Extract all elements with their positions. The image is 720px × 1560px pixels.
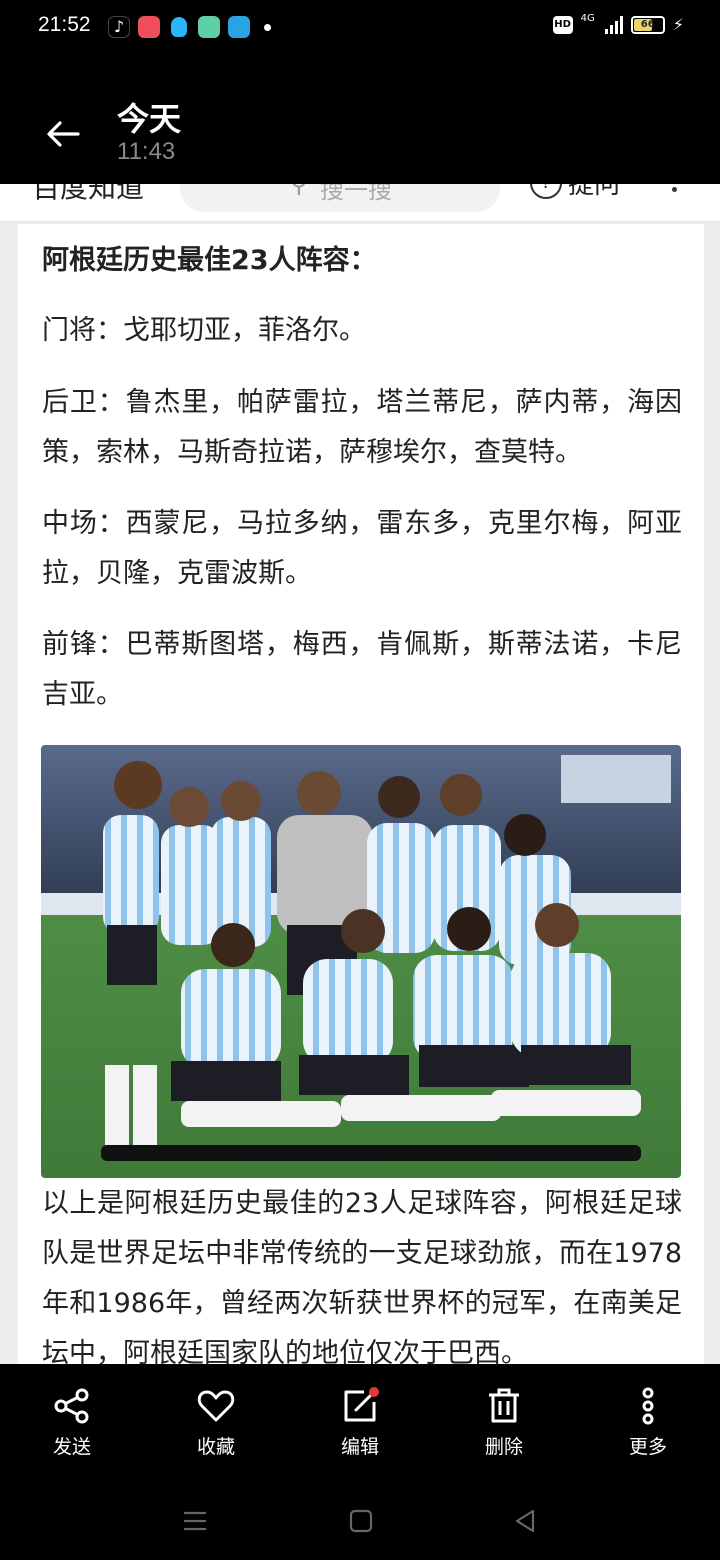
- more-notifications-dot: [264, 23, 271, 31]
- recents-button[interactable]: [182, 1508, 208, 1538]
- share-label: 发送: [52, 1436, 91, 1458]
- page-timestamp: 11:43: [117, 138, 176, 165]
- tiktok-icon: [108, 16, 130, 38]
- more-vertical-icon: [642, 1387, 654, 1425]
- team-photo-illustration: [41, 745, 681, 1178]
- site-logo: 百度知道: [32, 184, 145, 204]
- status-time: 21:52: [38, 13, 91, 36]
- share-button[interactable]: 发送: [0, 1364, 144, 1480]
- favorite-label: 收藏: [196, 1436, 235, 1458]
- favorite-button[interactable]: 收藏: [144, 1364, 288, 1480]
- battery-icon: 66: [630, 15, 665, 34]
- forwards-paragraph: 前锋：巴蒂斯图塔，梅西，肯佩斯，斯蒂法诺，卡尼吉亚。: [42, 629, 682, 710]
- battery-level: 66: [640, 18, 655, 30]
- back-triangle-icon: [515, 1509, 535, 1533]
- bottom-action-bar: 发送 收藏 编辑 删除 更多: [0, 1364, 720, 1480]
- midfielders-paragraph: 中场：西蒙尼，马拉多纳，雷东多，克里尔梅，阿亚拉，贝隆，克雷波斯。: [42, 508, 682, 589]
- defenders-paragraph: 后卫：鲁杰里，帕萨雷拉，塔兰蒂尼，萨内蒂，海因策，索林，马斯奇拉诺，萨穆埃尔，查…: [42, 387, 682, 468]
- heart-icon: [197, 1390, 235, 1422]
- charging-icon: ⚡: [672, 15, 684, 34]
- embedded-search-placeholder: 搜一搜: [320, 184, 392, 204]
- status-indicators: HD 4G 66 ⚡: [552, 13, 684, 34]
- embedded-site-header: 百度知道 ⚲ 搜一搜 ? 提问: [0, 184, 720, 222]
- back-button[interactable]: [44, 114, 84, 154]
- team-photo: [41, 745, 681, 1178]
- delete-label: 删除: [484, 1436, 523, 1458]
- app-red-icon: [138, 16, 160, 38]
- edit-icon: [344, 1387, 379, 1422]
- note-header: 今天 11:43: [0, 56, 720, 184]
- system-nav-bar: [0, 1480, 720, 1560]
- delete-button[interactable]: 删除: [432, 1364, 576, 1480]
- home-square-icon: [349, 1509, 373, 1533]
- embedded-more-icon: [668, 184, 680, 202]
- embedded-search-box: ⚲ 搜一搜: [180, 184, 500, 212]
- edit-button[interactable]: 编辑: [288, 1364, 432, 1480]
- screenshot-content[interactable]: 百度知道 ⚲ 搜一搜 ? 提问 阿根廷历史最佳23人阵容： 门将：戈耶切亚，菲洛…: [0, 184, 720, 1364]
- signal-icon: [604, 15, 623, 34]
- edit-label: 编辑: [340, 1436, 379, 1458]
- network-type: 4G: [580, 13, 595, 24]
- back-nav-button[interactable]: [512, 1508, 538, 1538]
- back-arrow-icon: [47, 121, 80, 147]
- menu-icon: [184, 1511, 206, 1531]
- article-heading: 阿根廷历史最佳23人阵容：: [42, 245, 377, 276]
- more-button[interactable]: 更多: [576, 1364, 720, 1480]
- page-title: 今天: [117, 100, 182, 138]
- summary-paragraph: 以上是阿根廷历史最佳的23人足球阵容，阿根廷足球队是世界足坛中非常传统的一支足球…: [42, 1188, 682, 1364]
- telegram-icon: [228, 16, 250, 38]
- hd-icon: HD: [552, 15, 573, 34]
- edit-badge: [369, 1387, 379, 1397]
- embedded-ask-button: ? 提问: [530, 184, 620, 201]
- question-icon: ?: [530, 184, 562, 199]
- app-green-icon: [198, 16, 220, 38]
- goalkeepers-paragraph: 门将：戈耶切亚，菲洛尔。: [42, 315, 366, 346]
- article-card: 阿根廷历史最佳23人阵容： 门将：戈耶切亚，菲洛尔。 后卫：鲁杰里，帕萨雷拉，塔…: [18, 224, 704, 1364]
- notification-icons: [108, 16, 271, 38]
- trash-icon: [489, 1388, 519, 1423]
- embedded-ask-label: 提问: [568, 184, 621, 200]
- share-icon: [54, 1388, 89, 1424]
- search-icon: ⚲: [290, 184, 308, 198]
- qq-icon: [168, 16, 190, 38]
- more-label: 更多: [628, 1436, 667, 1458]
- status-bar: 21:52 HD 4G 66 ⚡: [0, 0, 720, 56]
- home-button[interactable]: [348, 1508, 374, 1538]
